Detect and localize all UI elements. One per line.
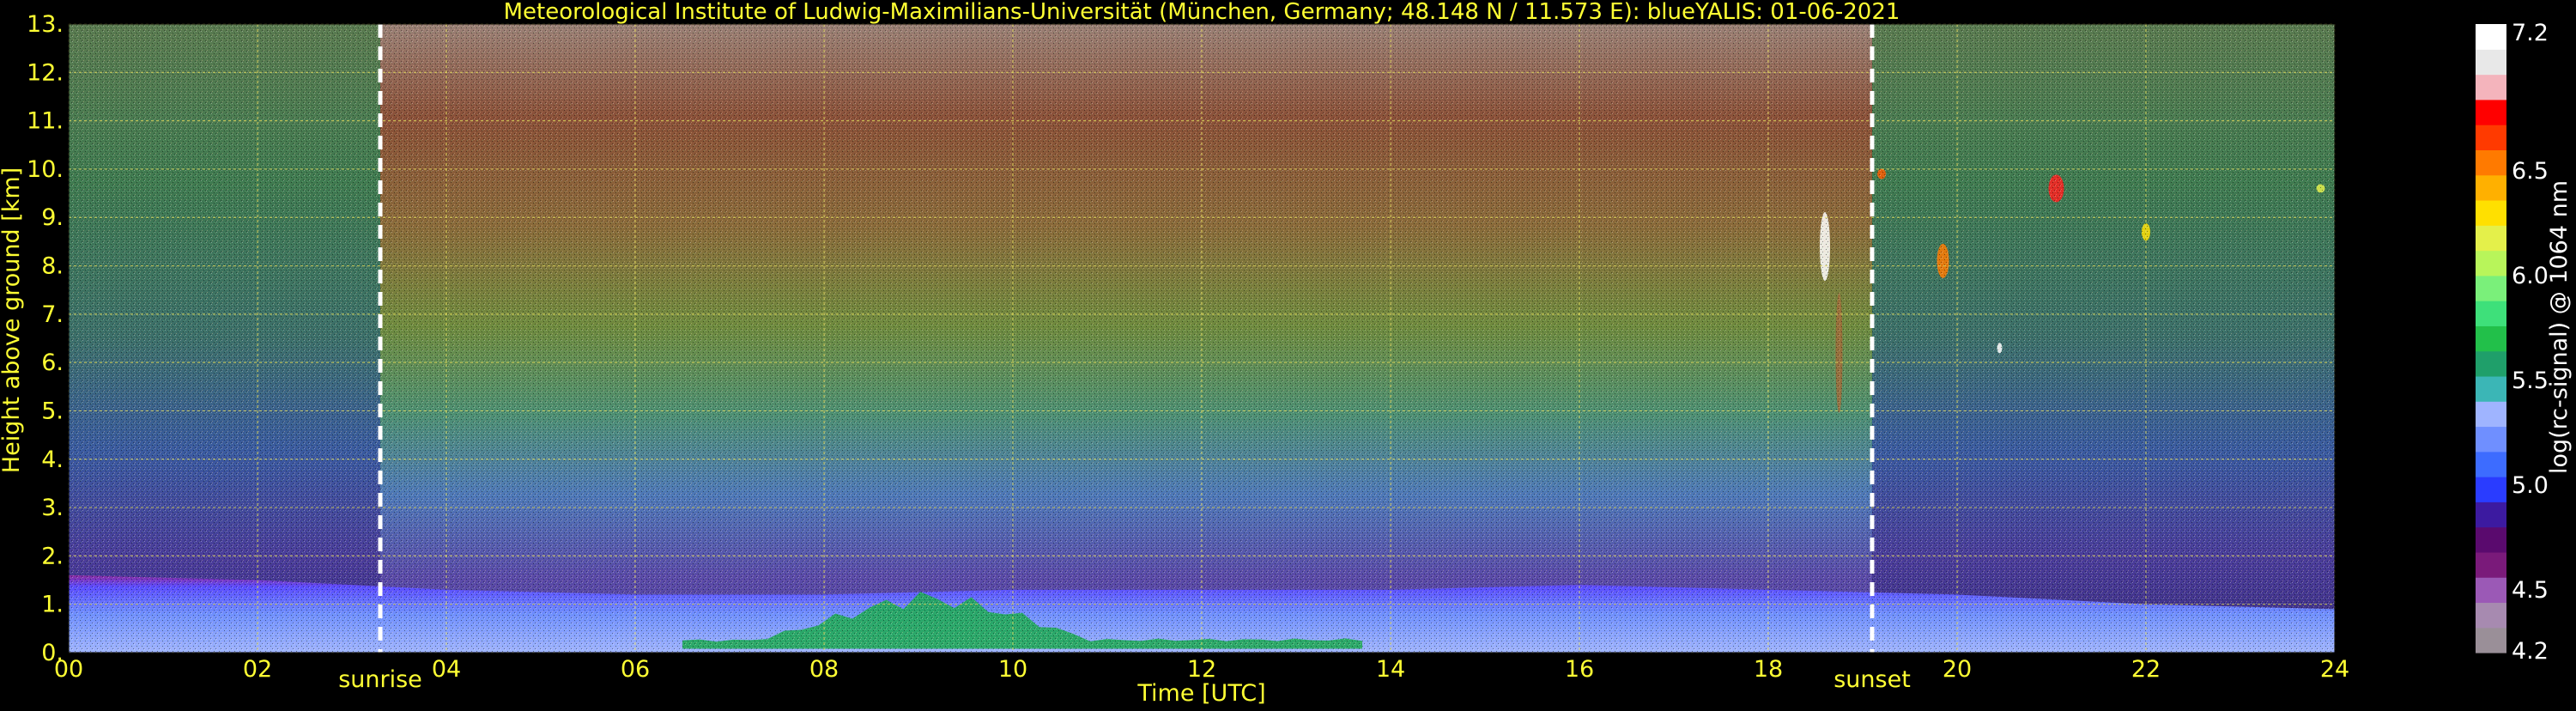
- x-tick-label: 22: [2131, 656, 2161, 683]
- lidar-quicklook: sunrise sunset 00 02 04 06 08 10 12 14 16 18 20 22 24…: [0, 0, 2576, 708]
- y-tick-label: 12.: [27, 59, 64, 86]
- colorbar-swatch: [2476, 426, 2506, 453]
- colorbar-tick-label: 5.0: [2512, 472, 2549, 499]
- y-tick-label: 11.: [27, 108, 64, 135]
- colorbar-swatch: [2476, 627, 2506, 653]
- y-tick-label: 3.: [41, 495, 64, 521]
- y-tick-label: 5.: [41, 398, 64, 424]
- colorbar-swatch: [2476, 325, 2506, 352]
- x-tick-label: 06: [621, 656, 650, 683]
- y-tick-label: 10.: [27, 156, 64, 183]
- y-tick-label: 0.: [41, 640, 64, 666]
- lidar-chart: sunrise sunset 00 02 04 06 08 10 12 14 16 18 20 22 24…: [0, 0, 2573, 707]
- y-tick-label: 2.: [41, 543, 64, 569]
- chart-title: Meteorological Institute of Ludwig-Maxim…: [504, 0, 1900, 25]
- colorbar-swatch: [2476, 375, 2506, 402]
- x-tick-label: 20: [1943, 656, 1972, 683]
- x-tick-label: 08: [809, 656, 839, 683]
- y-tick-label: 7.: [41, 301, 64, 328]
- colorbar-swatch: [2476, 350, 2506, 377]
- x-tick-label: 14: [1376, 656, 1405, 683]
- colorbar-tick-label: 7.2: [2512, 20, 2549, 46]
- colorbar-swatch: [2476, 225, 2506, 252]
- y-tick-label: 1.: [41, 592, 64, 618]
- sunset-label: sunset: [1834, 666, 1911, 693]
- x-axis-label: Time [UTC]: [1136, 680, 1265, 707]
- y-axis-label: Height above ground [km]: [0, 167, 25, 473]
- y-tick-label: 6.: [41, 349, 64, 376]
- colorbar-swatch: [2476, 577, 2506, 604]
- colorbar-swatch: [2476, 477, 2506, 502]
- x-tick-label: 10: [998, 656, 1027, 683]
- colorbar-tick-label: 4.2: [2512, 638, 2549, 665]
- y-tick-label: 4.: [41, 447, 64, 473]
- colorbar-swatch: [2476, 275, 2506, 301]
- colorbar-swatch: [2476, 174, 2506, 201]
- colorbar-tick-label: 6.0: [2512, 263, 2549, 289]
- y-tick-label: 9.: [41, 204, 64, 231]
- colorbar-tick-label: 6.5: [2512, 158, 2549, 185]
- x-tick-label: 02: [243, 656, 272, 683]
- plot-area: sunrise sunset: [68, 23, 2336, 693]
- x-tick-label: 12: [1187, 656, 1216, 683]
- colorbar-swatch: [2476, 149, 2506, 176]
- colorbar-swatch: [2476, 250, 2506, 276]
- x-tick-label: 16: [1565, 656, 1594, 683]
- colorbar-swatch: [2476, 125, 2506, 150]
- y-tick-label: 13.: [27, 11, 64, 38]
- colorbar-swatch: [2476, 501, 2506, 528]
- colorbar-swatch: [2476, 24, 2506, 50]
- colorbar-swatch: [2476, 526, 2506, 553]
- colorbar-swatch: [2476, 551, 2506, 578]
- colorbar-swatch: [2476, 602, 2506, 629]
- colorbar-swatch: [2476, 401, 2506, 428]
- colorbar-tick-label: 5.5: [2512, 368, 2549, 394]
- colorbar-label: log(rc-signal) @ 1064 nm: [2546, 180, 2573, 474]
- x-tick-label: 04: [432, 656, 461, 683]
- colorbar-tick-label: 4.5: [2512, 577, 2549, 604]
- x-tick-label: 24: [2320, 656, 2349, 683]
- y-tick-label: 8.: [41, 253, 64, 280]
- sunrise-label: sunrise: [338, 666, 422, 693]
- colorbar-swatch: [2476, 199, 2506, 226]
- colorbar: 4.2 4.5 5.0 5.5 6.0 6.5 7.2: [2476, 20, 2549, 665]
- colorbar-swatch: [2476, 74, 2506, 100]
- colorbar-swatch: [2476, 301, 2506, 326]
- colorbar-swatch: [2476, 451, 2506, 477]
- colorbar-swatch: [2476, 99, 2506, 125]
- colorbar-swatch: [2476, 49, 2506, 76]
- x-tick-label: 18: [1754, 656, 1783, 683]
